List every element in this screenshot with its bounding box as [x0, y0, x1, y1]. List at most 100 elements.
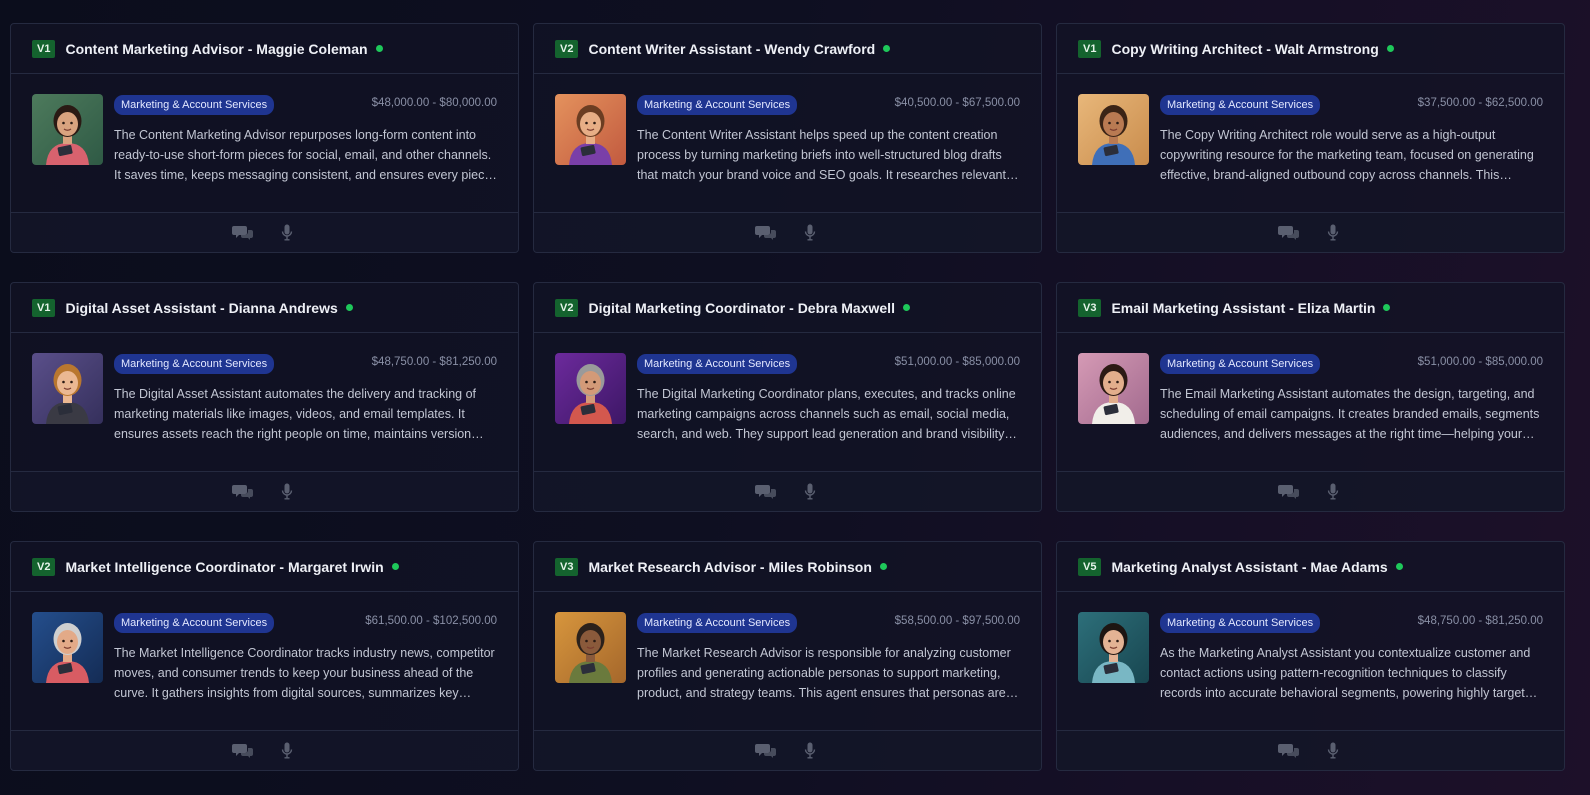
persona-card[interactable]: V1 Digital Asset Assistant - Dianna Andr… — [10, 282, 519, 512]
chat-button[interactable] — [754, 224, 777, 242]
voice-button[interactable] — [799, 224, 821, 242]
version-badge: V1 — [32, 39, 56, 58]
chat-bubbles-icon — [1277, 225, 1299, 240]
card-title[interactable]: Digital Marketing Coordinator - Debra Ma… — [588, 300, 895, 316]
card-footer — [534, 471, 1041, 511]
card-footer — [1057, 471, 1564, 511]
avatar — [32, 94, 103, 165]
salary-range: $51,000.00 - $85,000.00 — [1417, 356, 1543, 368]
card-header: V2 Content Writer Assistant - Wendy Craw… — [534, 24, 1041, 74]
card-description: As the Marketing Analyst Assistant you c… — [1160, 646, 1539, 700]
online-status-dot — [883, 45, 891, 52]
card-header: V5 Marketing Analyst Assistant - Mae Ada… — [1057, 542, 1564, 592]
persona-card[interactable]: V1 Copy Writing Architect - Walt Armstro… — [1056, 23, 1565, 253]
card-header: V2 Market Intelligence Coordinator - Mar… — [11, 542, 518, 592]
card-title[interactable]: Content Writer Assistant - Wendy Crawfor… — [588, 41, 875, 57]
microphone-icon — [1327, 742, 1338, 759]
card-title[interactable]: Market Research Advisor - Miles Robinson — [588, 559, 871, 575]
voice-button[interactable] — [276, 224, 298, 242]
avatar-illustration — [555, 353, 626, 424]
card-body: Marketing & Account Services $51,000.00 … — [1057, 333, 1564, 472]
avatar-illustration — [1078, 94, 1149, 165]
card-body: Marketing & Account Services $48,000.00 … — [11, 74, 518, 213]
avatar — [1078, 612, 1149, 683]
version-badge: V2 — [555, 298, 579, 317]
card-footer — [11, 212, 518, 252]
card-header: V3 Email Marketing Assistant - Eliza Mar… — [1057, 283, 1564, 333]
online-status-dot — [375, 45, 383, 52]
salary-range: $40,500.00 - $67,500.00 — [894, 97, 1020, 109]
voice-button[interactable] — [276, 742, 298, 760]
category-tag[interactable]: Marketing & Account Services — [114, 354, 275, 374]
microphone-icon — [1327, 224, 1338, 241]
microphone-icon — [804, 224, 815, 241]
microphone-icon — [281, 483, 292, 500]
online-status-dot — [345, 304, 353, 311]
card-body: Marketing & Account Services $37,500.00 … — [1057, 74, 1564, 213]
card-title[interactable]: Email Marketing Assistant - Eliza Martin — [1111, 300, 1375, 316]
card-title[interactable]: Content Marketing Advisor - Maggie Colem… — [65, 41, 367, 57]
online-status-dot — [1386, 45, 1394, 52]
online-status-dot — [1395, 563, 1403, 570]
persona-card[interactable]: V2 Market Intelligence Coordinator - Mar… — [10, 541, 519, 771]
voice-button[interactable] — [276, 483, 298, 501]
persona-card[interactable]: V1 Content Marketing Advisor - Maggie Co… — [10, 23, 519, 253]
chat-button[interactable] — [1277, 483, 1300, 501]
card-title[interactable]: Marketing Analyst Assistant - Mae Adams — [1111, 559, 1387, 575]
online-status-dot — [1383, 304, 1391, 311]
persona-card[interactable]: V3 Email Marketing Assistant - Eliza Mar… — [1056, 282, 1565, 512]
version-badge: V1 — [1078, 39, 1102, 58]
card-description: The Digital Marketing Coordinator plans,… — [637, 387, 1016, 441]
version-badge: V1 — [32, 298, 56, 317]
avatar-illustration — [1078, 353, 1149, 424]
category-tag[interactable]: Marketing & Account Services — [1160, 613, 1321, 633]
chat-button[interactable] — [1277, 224, 1300, 242]
card-title[interactable]: Market Intelligence Coordinator - Margar… — [65, 559, 383, 575]
online-status-dot — [902, 304, 910, 311]
voice-button[interactable] — [1322, 483, 1344, 501]
chat-button[interactable] — [231, 483, 254, 501]
category-tag[interactable]: Marketing & Account Services — [637, 354, 798, 374]
online-status-dot — [879, 563, 887, 570]
card-footer — [11, 730, 518, 770]
card-description: The Content Writer Assistant helps speed… — [637, 128, 1006, 182]
card-title[interactable]: Copy Writing Architect - Walt Armstrong — [1111, 41, 1378, 57]
avatar-illustration — [32, 353, 103, 424]
persona-card[interactable]: V2 Content Writer Assistant - Wendy Craw… — [533, 23, 1042, 253]
chat-bubbles-icon — [754, 484, 776, 499]
microphone-icon — [804, 742, 815, 759]
voice-button[interactable] — [799, 483, 821, 501]
category-tag[interactable]: Marketing & Account Services — [1160, 95, 1321, 115]
chat-button[interactable] — [754, 742, 777, 760]
voice-button[interactable] — [1322, 224, 1344, 242]
chat-button[interactable] — [231, 742, 254, 760]
voice-button[interactable] — [799, 742, 821, 760]
card-footer — [11, 471, 518, 511]
chat-bubbles-icon — [1277, 484, 1299, 499]
chat-button[interactable] — [1277, 742, 1300, 760]
avatar — [32, 353, 103, 424]
category-tag[interactable]: Marketing & Account Services — [114, 613, 275, 633]
avatar-illustration — [555, 94, 626, 165]
category-tag[interactable]: Marketing & Account Services — [637, 613, 798, 633]
card-footer — [534, 730, 1041, 770]
category-tag[interactable]: Marketing & Account Services — [114, 95, 275, 115]
card-header: V1 Copy Writing Architect - Walt Armstro… — [1057, 24, 1564, 74]
persona-card[interactable]: V2 Digital Marketing Coordinator - Debra… — [533, 282, 1042, 512]
card-header: V1 Digital Asset Assistant - Dianna Andr… — [11, 283, 518, 333]
card-footer — [534, 212, 1041, 252]
persona-card[interactable]: V3 Market Research Advisor - Miles Robin… — [533, 541, 1042, 771]
chat-bubbles-icon — [231, 484, 253, 499]
category-tag[interactable]: Marketing & Account Services — [637, 95, 798, 115]
card-description: The Market Intelligence Coordinator trac… — [114, 646, 495, 700]
category-tag[interactable]: Marketing & Account Services — [1160, 354, 1321, 374]
card-header: V2 Digital Marketing Coordinator - Debra… — [534, 283, 1041, 333]
card-body: Marketing & Account Services $61,500.00 … — [11, 592, 518, 731]
chat-button[interactable] — [231, 224, 254, 242]
chat-bubbles-icon — [754, 743, 776, 758]
avatar — [555, 353, 626, 424]
card-title[interactable]: Digital Asset Assistant - Dianna Andrews — [65, 300, 337, 316]
persona-card[interactable]: V5 Marketing Analyst Assistant - Mae Ada… — [1056, 541, 1565, 771]
voice-button[interactable] — [1322, 742, 1344, 760]
chat-button[interactable] — [754, 483, 777, 501]
